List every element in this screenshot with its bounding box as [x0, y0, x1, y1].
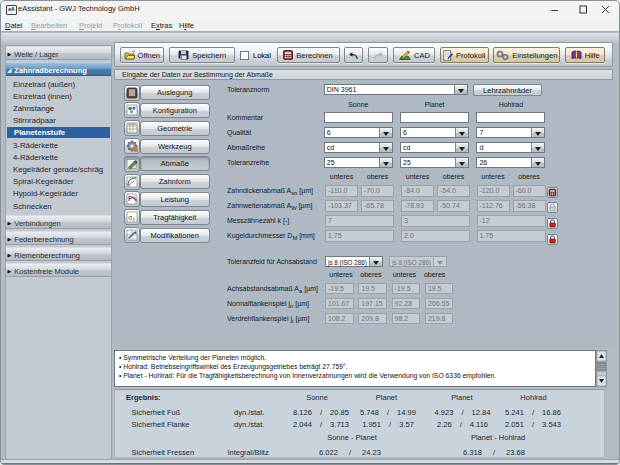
- svg-text:P: P: [128, 195, 133, 202]
